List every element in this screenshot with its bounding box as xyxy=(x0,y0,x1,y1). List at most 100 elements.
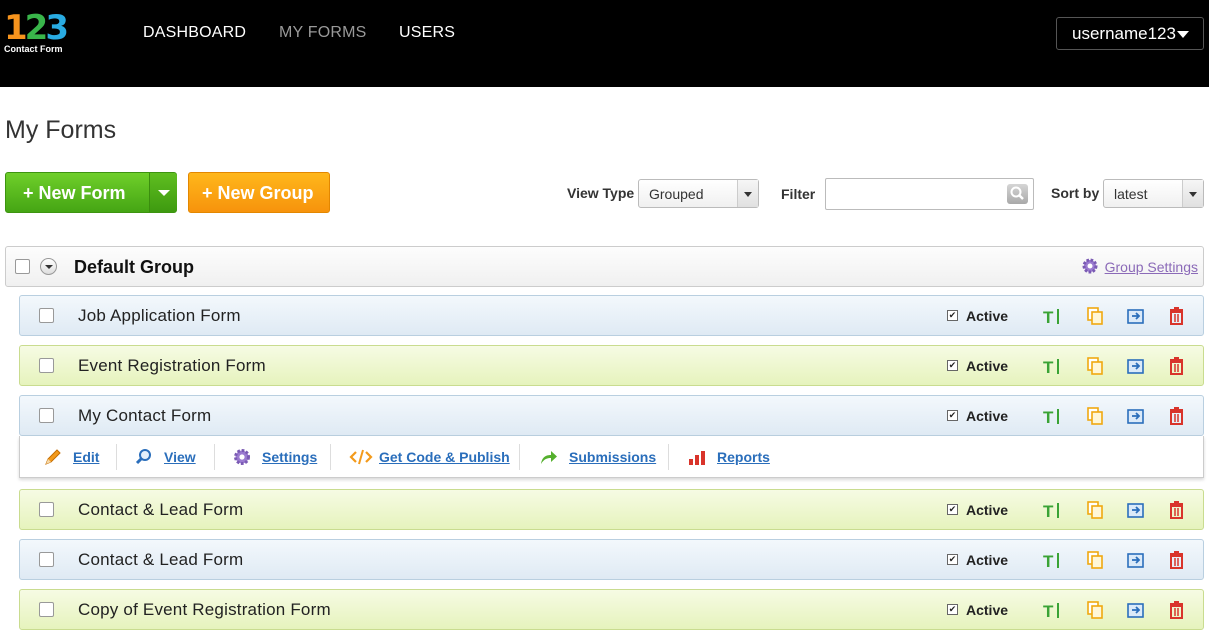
magnifier-icon xyxy=(135,449,151,465)
form-title[interactable]: Contact & Lead Form xyxy=(78,500,243,520)
duplicate-icon[interactable] xyxy=(1085,500,1105,520)
svg-text:T: T xyxy=(1043,408,1054,426)
trash-icon[interactable] xyxy=(1167,600,1187,620)
form-row[interactable]: Event Registration Form ✔ Active T xyxy=(19,345,1204,386)
form-title[interactable]: Copy of Event Registration Form xyxy=(78,600,331,620)
logo-digits: 123 xyxy=(4,8,69,48)
view-type-value: Grouped xyxy=(649,186,704,202)
form-actions-bar: Edit View Settings Get Code & Publish Su… xyxy=(19,436,1204,478)
settings-link[interactable]: Settings xyxy=(234,449,318,465)
group-header: Default Group Group Settings xyxy=(5,246,1204,287)
svg-text:T: T xyxy=(1043,502,1054,520)
view-type-select[interactable]: Grouped xyxy=(638,179,759,208)
user-menu-dropdown[interactable]: username123 xyxy=(1056,17,1204,50)
active-label: Active xyxy=(966,408,1009,424)
nav-users[interactable]: USERS xyxy=(399,24,455,42)
rename-icon[interactable]: T xyxy=(1042,550,1062,570)
username: username123 xyxy=(1072,24,1176,43)
active-checkbox[interactable]: ✔ xyxy=(947,554,958,565)
filter-input[interactable] xyxy=(825,178,1034,210)
group-settings-label: Group Settings xyxy=(1104,259,1198,275)
active-checkbox[interactable]: ✔ xyxy=(947,410,958,421)
move-icon[interactable] xyxy=(1126,600,1146,620)
get-code-publish-label: Get Code & Publish xyxy=(379,449,510,465)
rename-icon[interactable]: T xyxy=(1042,406,1062,426)
submissions-link[interactable]: Submissions xyxy=(541,449,657,465)
view-label: View xyxy=(164,449,196,465)
move-icon[interactable] xyxy=(1126,306,1146,326)
duplicate-icon[interactable] xyxy=(1085,600,1105,620)
move-icon[interactable] xyxy=(1126,500,1146,520)
gear-icon xyxy=(1082,258,1098,274)
chevron-down-icon xyxy=(1177,31,1189,38)
form-checkbox[interactable] xyxy=(39,552,54,567)
edit-link[interactable]: Edit xyxy=(45,449,99,465)
new-form-button[interactable]: + New Form xyxy=(5,172,177,213)
active-label: Active xyxy=(966,308,1009,324)
logo-subtitle: Contact Form xyxy=(4,44,63,54)
move-icon[interactable] xyxy=(1126,550,1146,570)
new-form-label: + New Form xyxy=(23,183,126,203)
form-checkbox[interactable] xyxy=(39,308,54,323)
form-title[interactable]: Event Registration Form xyxy=(78,356,266,376)
trash-icon[interactable] xyxy=(1167,356,1187,376)
form-checkbox[interactable] xyxy=(39,602,54,617)
form-row[interactable]: Job Application Form ✔ Active T xyxy=(19,295,1204,336)
divider xyxy=(519,444,520,470)
trash-icon[interactable] xyxy=(1167,550,1187,570)
svg-text:T: T xyxy=(1043,308,1054,326)
trash-icon[interactable] xyxy=(1167,306,1187,326)
form-row[interactable]: Contact & Lead Form ✔ Active T xyxy=(19,539,1204,580)
trash-icon[interactable] xyxy=(1167,500,1187,520)
active-label: Active xyxy=(966,358,1009,374)
group-settings-link[interactable]: Group Settings xyxy=(1082,258,1198,275)
form-checkbox[interactable] xyxy=(39,358,54,373)
duplicate-icon[interactable] xyxy=(1085,306,1105,326)
new-group-button[interactable]: + New Group xyxy=(188,172,330,213)
page-title: My Forms xyxy=(5,116,117,144)
active-label: Active xyxy=(966,602,1009,618)
reports-link[interactable]: Reports xyxy=(689,449,770,465)
form-row[interactable]: Contact & Lead Form ✔ Active T xyxy=(19,489,1204,530)
collapse-toggle-icon[interactable] xyxy=(40,258,57,275)
get-code-publish-link[interactable]: Get Code & Publish xyxy=(349,449,510,465)
trash-icon[interactable] xyxy=(1167,406,1187,426)
form-checkbox[interactable] xyxy=(39,502,54,517)
search-icon[interactable] xyxy=(1007,184,1028,204)
divider xyxy=(214,444,215,470)
logo[interactable]: 123 Contact Form xyxy=(4,8,74,58)
arrow-forward-icon xyxy=(541,451,557,464)
new-form-dropdown-toggle[interactable] xyxy=(149,173,177,212)
nav-dashboard[interactable]: DASHBOARD xyxy=(143,24,246,42)
active-checkbox[interactable]: ✔ xyxy=(947,360,958,371)
form-title[interactable]: My Contact Form xyxy=(78,406,211,426)
rename-icon[interactable]: T xyxy=(1042,356,1062,376)
rename-icon[interactable]: T xyxy=(1042,306,1062,326)
settings-label: Settings xyxy=(262,449,318,465)
pencil-icon xyxy=(45,449,61,465)
divider xyxy=(116,444,117,470)
filter-label: Filter xyxy=(781,186,816,202)
active-checkbox[interactable]: ✔ xyxy=(947,504,958,515)
duplicate-icon[interactable] xyxy=(1085,406,1105,426)
reports-label: Reports xyxy=(717,449,770,465)
duplicate-icon[interactable] xyxy=(1085,550,1105,570)
form-title[interactable]: Job Application Form xyxy=(78,306,241,326)
submissions-label: Submissions xyxy=(569,449,657,465)
view-link[interactable]: View xyxy=(135,449,196,465)
form-checkbox[interactable] xyxy=(39,408,54,423)
move-icon[interactable] xyxy=(1126,356,1146,376)
duplicate-icon[interactable] xyxy=(1085,356,1105,376)
rename-icon[interactable]: T xyxy=(1042,600,1062,620)
form-row[interactable]: Copy of Event Registration Form ✔ Active… xyxy=(19,589,1204,630)
svg-text:T: T xyxy=(1043,552,1054,570)
group-checkbox[interactable] xyxy=(15,259,30,274)
nav-my-forms[interactable]: MY FORMS xyxy=(279,24,367,42)
sort-by-select[interactable]: latest xyxy=(1103,179,1204,208)
active-checkbox[interactable]: ✔ xyxy=(947,310,958,321)
active-checkbox[interactable]: ✔ xyxy=(947,604,958,615)
rename-icon[interactable]: T xyxy=(1042,500,1062,520)
move-icon[interactable] xyxy=(1126,406,1146,426)
form-row[interactable]: My Contact Form ✔ Active T xyxy=(19,395,1204,436)
form-title[interactable]: Contact & Lead Form xyxy=(78,550,243,570)
